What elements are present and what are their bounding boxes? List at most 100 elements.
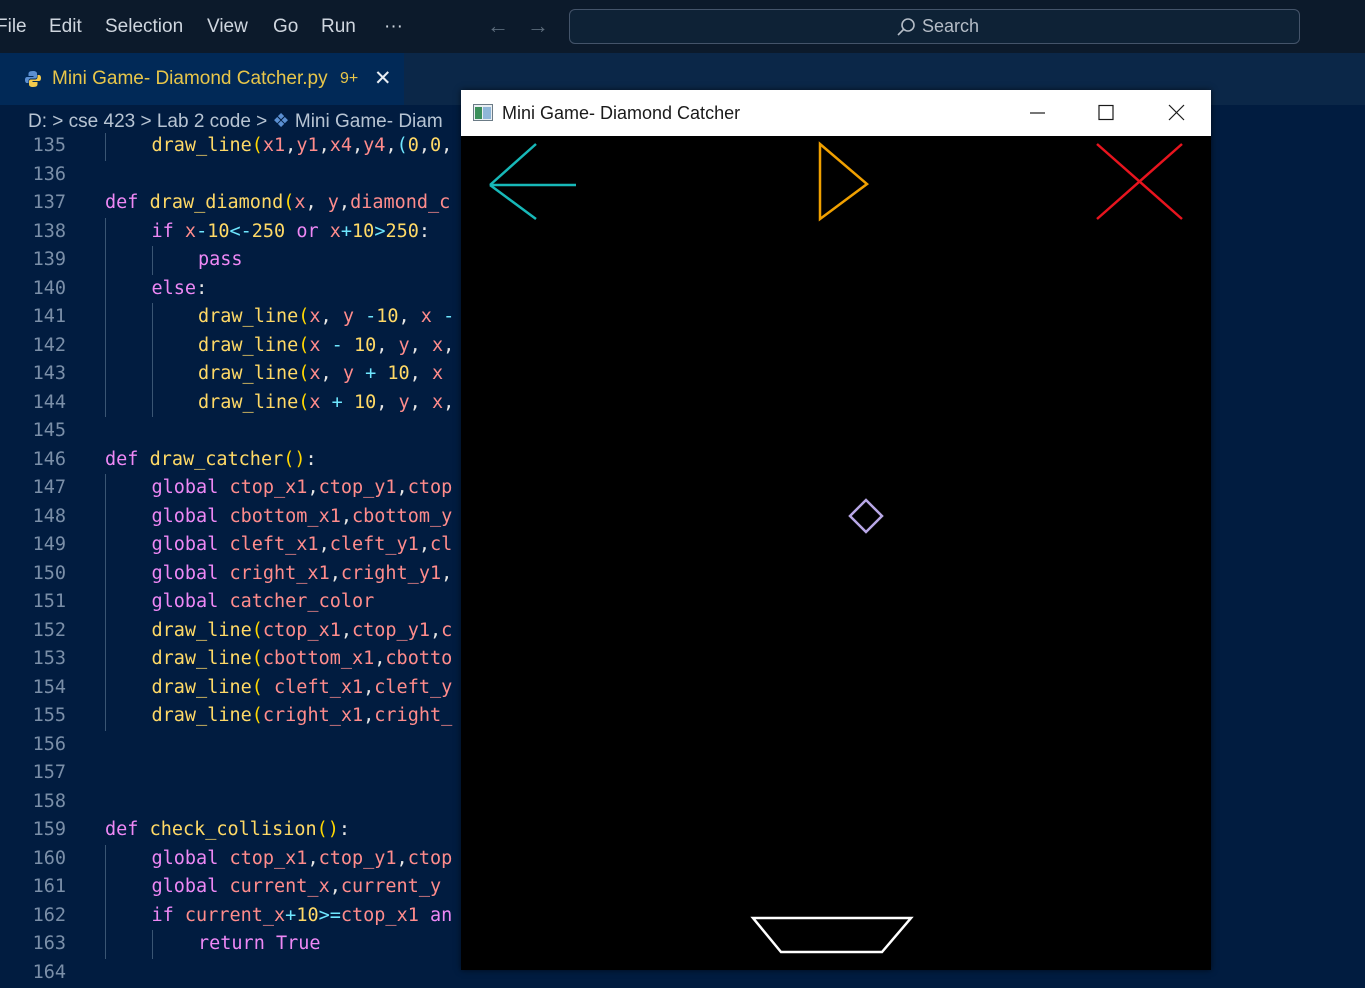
code-token: pass — [198, 249, 243, 270]
code-text: def check_collision(): — [105, 816, 350, 844]
code-token: cbottom_x1 — [229, 505, 341, 527]
back-arrow-icon[interactable]: ← — [487, 13, 509, 39]
code-token: cright_x1 — [229, 562, 330, 584]
code-token: , — [329, 876, 341, 897]
back-arrow-icon[interactable] — [489, 143, 576, 221]
code-token: x — [309, 363, 321, 384]
line-number: 148 — [32, 505, 66, 527]
window-title-bar[interactable]: Mini Game- Diamond Catcher — [461, 90, 1211, 136]
code-token: diamond_c — [350, 192, 451, 213]
line-number: 150 — [32, 562, 66, 584]
indent-guide — [105, 502, 106, 531]
line-number: 138 — [32, 220, 66, 242]
indent-guide — [151, 388, 153, 417]
close-window-button[interactable] — [1141, 90, 1211, 136]
breadcrumb-file[interactable]: Mini Game- Diam — [295, 111, 443, 132]
code-text: draw_line(x, y -10, x - — [198, 303, 454, 331]
code-token: global — [151, 534, 230, 555]
code-token: ctop — [407, 847, 453, 869]
code-text: global ctop_x1,ctop_y1,ctop — [152, 474, 453, 502]
code-token: if — [151, 904, 185, 926]
indent-guide — [105, 331, 106, 360]
code-token: ctop_y1 — [318, 847, 397, 869]
diamond — [848, 498, 884, 534]
code-token: draw_line — [151, 705, 252, 726]
line-number: 155 — [32, 705, 66, 726]
code-token: global — [151, 477, 230, 498]
maximize-button[interactable] — [1071, 90, 1141, 136]
indent-guide — [105, 246, 106, 275]
code-text: global ctop_x1,ctop_y1,ctop — [152, 845, 453, 873]
game-window[interactable]: Mini Game- Diamond Catcher — [461, 90, 1211, 970]
code-token: 250 — [385, 220, 419, 242]
search-placeholder: Search — [922, 16, 980, 36]
search-input[interactable]: Search — [569, 9, 1300, 44]
line-number: 161 — [32, 876, 66, 897]
code-text: def draw_catcher(): — [105, 446, 317, 474]
code-text: global cleft_x1,cleft_y1,cl — [152, 531, 453, 559]
code-token: check_collision — [149, 819, 317, 840]
indent-guide — [105, 217, 106, 246]
menu-view[interactable]: View — [207, 15, 248, 39]
play-pause-icon[interactable] — [818, 141, 870, 222]
close-icon[interactable]: ✕ — [374, 66, 392, 91]
code-token: , — [418, 534, 430, 555]
code-text: draw_line(x + 10, y, x, — [198, 389, 454, 417]
editor-tab[interactable]: Mini Game- Diamond Catcher.py 9+ ✕ — [0, 53, 404, 105]
breadcrumb-folder[interactable]: Lab 2 code — [157, 111, 251, 132]
menu-run[interactable]: Run — [321, 15, 356, 39]
code-token: x — [309, 306, 321, 327]
code-text: draw_line(x1,y1,x4,y4,(0,0, — [152, 133, 453, 160]
line-number: 139 — [32, 249, 66, 270]
code-token: , — [318, 534, 330, 555]
code-token: ctop_x1 — [340, 904, 419, 926]
code-token: ctop_y1 — [352, 619, 430, 641]
indent-guide — [105, 673, 106, 702]
close-game-icon[interactable] — [1096, 143, 1183, 220]
code-token: ( — [283, 192, 295, 213]
game-canvas[interactable] — [461, 136, 1211, 970]
menu-edit[interactable]: Edit — [49, 15, 82, 39]
line-number: 146 — [32, 448, 66, 470]
indent-guide — [105, 303, 106, 332]
menu-file[interactable]: File — [0, 15, 27, 39]
menu-bar: File Edit Selection View Go Run ··· ← → … — [0, 0, 1365, 53]
line-number: 140 — [32, 277, 66, 299]
code-token: ( — [396, 135, 408, 156]
code-line: 148 global cbottom_x1,cbottom_y — [0, 502, 461, 531]
code-token: 10 — [376, 306, 399, 327]
indent-guide — [105, 844, 106, 873]
code-token: 10 — [353, 391, 377, 413]
line-number: 151 — [32, 591, 66, 612]
code-token: + — [320, 391, 354, 413]
code-token: x — [431, 334, 444, 356]
code-token: draw_catcher — [149, 448, 284, 470]
indent-guide — [105, 474, 106, 503]
line-number: 136 — [32, 163, 66, 185]
code-token: cright_ — [374, 705, 453, 726]
code-token: global — [151, 562, 230, 584]
indent-guide — [105, 702, 106, 731]
indent-guide — [105, 531, 106, 560]
menu-go[interactable]: Go — [273, 15, 298, 39]
code-line: 158 — [0, 788, 461, 816]
tab-label: Mini Game- Diamond Catcher.py — [52, 68, 328, 89]
code-token: draw_line — [198, 363, 299, 384]
breadcrumb-folder[interactable]: cse 423 — [69, 111, 136, 132]
code-token: , — [352, 135, 364, 156]
code-token: True — [275, 933, 321, 954]
minimize-button[interactable] — [1002, 90, 1072, 136]
code-token: 10 — [387, 363, 410, 384]
menu-selection[interactable]: Selection — [105, 15, 183, 39]
forward-arrow-icon[interactable]: → — [527, 13, 549, 39]
breadcrumb-drive[interactable]: D: — [28, 111, 47, 132]
code-token: ( — [298, 334, 310, 356]
close-icon — [1168, 104, 1185, 121]
indent-guide — [105, 274, 106, 303]
code-token: current_x — [229, 876, 330, 897]
code-editor[interactable]: 135 draw_line(x1,y1,x4,y4,(0,0, 136 137 def … — [0, 133, 461, 988]
code-token: + — [340, 220, 353, 242]
indent-guide — [105, 559, 106, 588]
menu-more[interactable]: ··· — [384, 15, 403, 39]
maximize-icon — [1098, 104, 1114, 121]
